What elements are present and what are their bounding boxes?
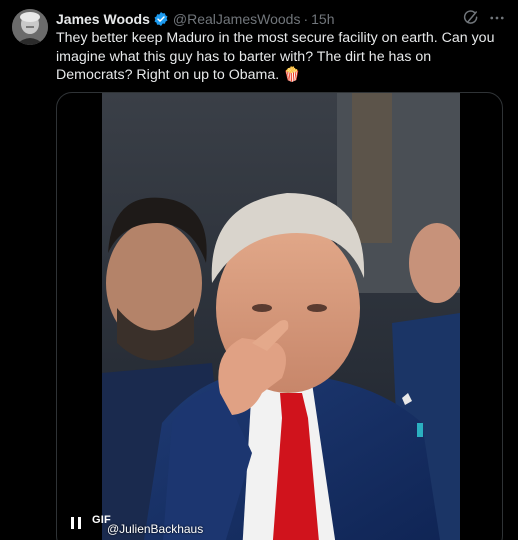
author-name[interactable]: James Woods	[56, 10, 150, 28]
more-options-icon[interactable]	[488, 9, 506, 27]
media-gif[interactable]: GIF @JulienBackhaus	[56, 92, 503, 540]
tweet-top-actions	[462, 9, 506, 27]
gif-frame-image	[102, 93, 460, 540]
timestamp[interactable]: 15h	[311, 10, 334, 28]
tweet-header: James Woods @RealJamesWoods · 15h	[56, 10, 334, 28]
author-handle[interactable]: @RealJamesWoods	[173, 10, 301, 28]
tweet[interactable]: James Woods @RealJamesWoods · 15h They b	[0, 0, 518, 540]
avatar[interactable]	[12, 9, 48, 45]
verified-badge-icon	[153, 11, 169, 27]
media-watermark: @JulienBackhaus	[107, 522, 204, 536]
grok-icon[interactable]	[462, 9, 480, 27]
tweet-text: They better keep Maduro in the most secu…	[56, 30, 495, 83]
pause-icon[interactable]	[70, 516, 82, 530]
separator-dot: ·	[303, 11, 309, 27]
